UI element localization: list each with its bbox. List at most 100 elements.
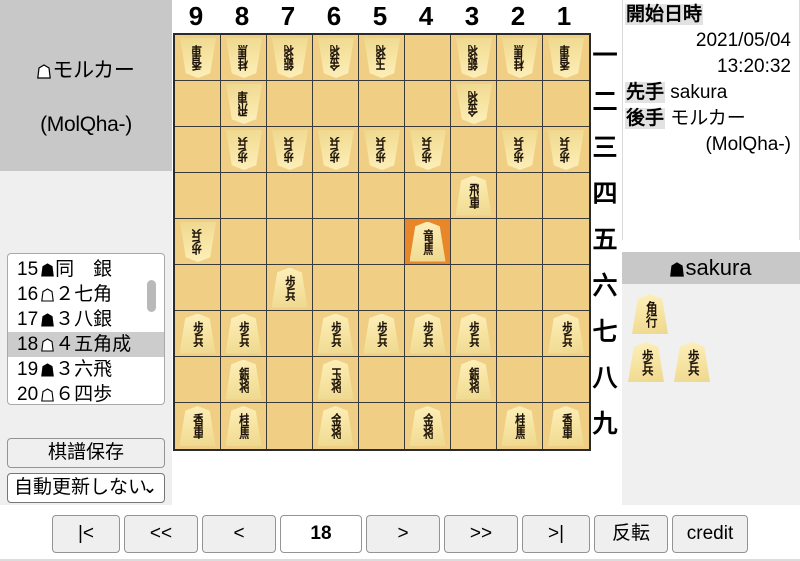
- board-square-57[interactable]: 歩兵: [359, 311, 405, 357]
- board-square-83[interactable]: 歩兵: [221, 127, 267, 173]
- board-square-63[interactable]: 歩兵: [313, 127, 359, 173]
- gote-pawn-piece[interactable]: 歩兵: [318, 130, 354, 170]
- gote-pawn-piece[interactable]: 歩兵: [180, 222, 216, 262]
- board-square-14[interactable]: [543, 173, 589, 219]
- sente-king-piece[interactable]: 玉将: [317, 359, 354, 400]
- nav-next-button[interactable]: >: [366, 515, 440, 553]
- board-square-11[interactable]: 香車: [543, 35, 589, 81]
- board-square-91[interactable]: 香車: [175, 35, 221, 81]
- board-square-18[interactable]: [543, 357, 589, 403]
- sente-pawn-piece[interactable]: 歩兵: [179, 313, 216, 354]
- board-square-89[interactable]: 桂馬: [221, 403, 267, 449]
- board-square-23[interactable]: 歩兵: [497, 127, 543, 173]
- sente-pawn-piece[interactable]: 歩兵: [225, 313, 262, 354]
- sente-gold-piece[interactable]: 金将: [409, 406, 446, 446]
- board-square-88[interactable]: 銀将: [221, 357, 267, 403]
- board-square-56[interactable]: [359, 265, 405, 311]
- board-square-74[interactable]: [267, 173, 313, 219]
- move-list-item[interactable]: 17 ３八銀: [8, 307, 164, 332]
- save-kifu-button[interactable]: 棋譜保存: [7, 438, 165, 468]
- sente-gold-piece[interactable]: 金将: [317, 406, 354, 446]
- board-square-39[interactable]: [451, 403, 497, 449]
- gote-rook-piece[interactable]: 飛車: [226, 84, 262, 124]
- sente-pawn-piece[interactable]: 歩兵: [363, 313, 400, 354]
- sente-rook-piece[interactable]: 飛車: [455, 175, 492, 216]
- board-square-27[interactable]: [497, 311, 543, 357]
- board-grid[interactable]: 香車 桂馬 銀将 金将 玉将 銀将 桂馬 香車 飛車 金将 歩兵 歩兵 歩兵 歩兵 歩兵 歩兵 歩兵 飛車 歩兵 竜馬…: [173, 33, 591, 451]
- board-square-52[interactable]: [359, 81, 405, 127]
- board-square-36[interactable]: [451, 265, 497, 311]
- gote-pawn-piece[interactable]: 歩兵: [502, 130, 538, 170]
- board-square-76[interactable]: 歩兵: [267, 265, 313, 311]
- nav-prev-button[interactable]: <: [202, 515, 276, 553]
- gote-lance-piece[interactable]: 香車: [548, 38, 584, 78]
- nav-credit-button[interactable]: credit: [672, 515, 748, 553]
- board-square-24[interactable]: [497, 173, 543, 219]
- board-square-16[interactable]: [543, 265, 589, 311]
- board-square-49[interactable]: 金将: [405, 403, 451, 449]
- board-square-44[interactable]: [405, 173, 451, 219]
- board-square-43[interactable]: 歩兵: [405, 127, 451, 173]
- sente-hand-pawn-piece[interactable]: 歩兵: [674, 342, 710, 382]
- board-square-71[interactable]: 銀将: [267, 35, 313, 81]
- board-square-22[interactable]: [497, 81, 543, 127]
- board-square-15[interactable]: [543, 219, 589, 265]
- board-square-54[interactable]: [359, 173, 405, 219]
- board-square-21[interactable]: 桂馬: [497, 35, 543, 81]
- board-square-53[interactable]: 歩兵: [359, 127, 405, 173]
- board-square-95[interactable]: 歩兵: [175, 219, 221, 265]
- board-square-46[interactable]: [405, 265, 451, 311]
- sente-knight-piece[interactable]: 桂馬: [501, 406, 538, 446]
- board-square-92[interactable]: [175, 81, 221, 127]
- board-square-47[interactable]: 歩兵: [405, 311, 451, 357]
- nav-flip-button[interactable]: 反転: [594, 515, 668, 553]
- gote-gold-piece[interactable]: 金将: [456, 84, 492, 124]
- board-square-67[interactable]: 歩兵: [313, 311, 359, 357]
- board-square-41[interactable]: [405, 35, 451, 81]
- board-square-38[interactable]: 銀将: [451, 357, 497, 403]
- board-square-75[interactable]: [267, 219, 313, 265]
- board-square-79[interactable]: [267, 403, 313, 449]
- sente-pawn-piece[interactable]: 歩兵: [271, 267, 308, 308]
- board-square-17[interactable]: 歩兵: [543, 311, 589, 357]
- move-list-scrollbar[interactable]: [147, 258, 160, 402]
- board-square-66[interactable]: [313, 265, 359, 311]
- move-list-item[interactable]: 15 同 銀: [8, 257, 164, 282]
- board-square-55[interactable]: [359, 219, 405, 265]
- board-square-25[interactable]: [497, 219, 543, 265]
- board-square-59[interactable]: [359, 403, 405, 449]
- board-square-68[interactable]: 玉将: [313, 357, 359, 403]
- sente-horse-piece[interactable]: 竜馬: [409, 221, 446, 262]
- board-square-61[interactable]: 金将: [313, 35, 359, 81]
- board-square-28[interactable]: [497, 357, 543, 403]
- move-list[interactable]: 15 同 銀 16 ２七角 17 ３八銀 18 ４五角成 19 ３六飛 20 ６四歩: [7, 253, 165, 405]
- board-square-12[interactable]: [543, 81, 589, 127]
- board-square-94[interactable]: [175, 173, 221, 219]
- nav-first-button[interactable]: |<: [52, 515, 120, 553]
- board-square-45[interactable]: 竜馬: [405, 219, 451, 265]
- sente-pawn-piece[interactable]: 歩兵: [409, 313, 446, 354]
- board-square-48[interactable]: [405, 357, 451, 403]
- sente-silver-piece[interactable]: 銀将: [225, 359, 262, 400]
- gote-pawn-piece[interactable]: 歩兵: [548, 130, 584, 170]
- gote-knight-piece[interactable]: 桂馬: [226, 38, 262, 78]
- board-square-65[interactable]: [313, 219, 359, 265]
- gote-pawn-piece[interactable]: 歩兵: [410, 130, 446, 170]
- gote-pawn-piece[interactable]: 歩兵: [272, 130, 308, 170]
- sente-lance-piece[interactable]: 香車: [548, 406, 584, 446]
- board-square-73[interactable]: 歩兵: [267, 127, 313, 173]
- board-square-34[interactable]: 飛車: [451, 173, 497, 219]
- board-square-64[interactable]: [313, 173, 359, 219]
- gote-knight-piece[interactable]: 桂馬: [502, 38, 538, 78]
- board-square-98[interactable]: [175, 357, 221, 403]
- nav-last-button[interactable]: >|: [522, 515, 590, 553]
- board-square-42[interactable]: [405, 81, 451, 127]
- move-list-item[interactable]: 19 ３六飛: [8, 357, 164, 382]
- move-list-item[interactable]: 20 ６四歩: [8, 382, 164, 404]
- board-square-62[interactable]: [313, 81, 359, 127]
- board-square-31[interactable]: 銀将: [451, 35, 497, 81]
- gote-pawn-piece[interactable]: 歩兵: [364, 130, 400, 170]
- board-square-97[interactable]: 歩兵: [175, 311, 221, 357]
- board-square-86[interactable]: [221, 265, 267, 311]
- sente-knight-piece[interactable]: 桂馬: [225, 406, 262, 446]
